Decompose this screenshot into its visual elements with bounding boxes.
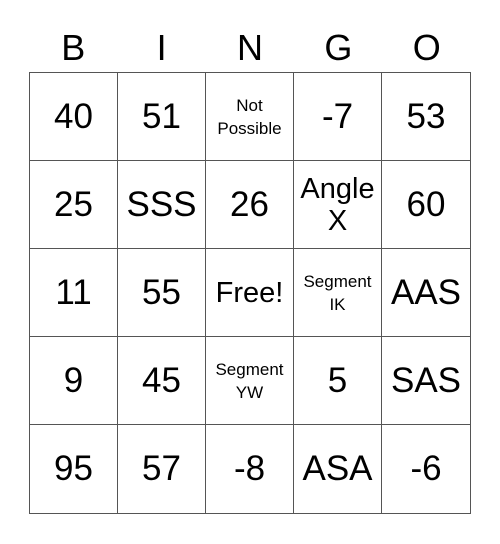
cell-text: SAS bbox=[390, 360, 462, 400]
cell-text: SSS bbox=[126, 184, 197, 224]
cell-text: Angle X bbox=[300, 172, 375, 237]
header-letter-o: O bbox=[412, 27, 441, 68]
cell-text: Segment YW bbox=[215, 359, 284, 402]
header-letter-g: G bbox=[324, 27, 353, 68]
bingo-header: BINGO bbox=[29, 24, 471, 72]
bingo-cell[interactable]: SSS bbox=[118, 161, 206, 249]
bingo-cell[interactable]: -6 bbox=[382, 425, 470, 513]
bingo-cell[interactable]: 51 bbox=[118, 73, 206, 161]
bingo-cell[interactable]: -8 bbox=[206, 425, 294, 513]
cell-text: Not Possible bbox=[217, 95, 282, 138]
cell-text: 26 bbox=[230, 184, 269, 224]
cell-text: 57 bbox=[142, 449, 181, 488]
bingo-cell[interactable]: 25 bbox=[30, 161, 118, 249]
cell-text: 25 bbox=[54, 184, 93, 224]
bingo-cell[interactable]: 11 bbox=[30, 249, 118, 337]
cell-text: -7 bbox=[321, 96, 354, 136]
bingo-cell[interactable]: 53 bbox=[382, 73, 470, 161]
free-space-cell[interactable]: Free! bbox=[206, 249, 294, 337]
cell-text: Free! bbox=[215, 276, 284, 309]
bingo-cell[interactable]: 5 bbox=[294, 337, 382, 425]
bingo-cell[interactable]: -7 bbox=[294, 73, 382, 161]
cell-text: 45 bbox=[142, 360, 181, 400]
header-letter-i: I bbox=[156, 27, 167, 68]
cell-text: 60 bbox=[406, 184, 446, 224]
bingo-cell[interactable]: 45 bbox=[118, 337, 206, 425]
bingo-cell[interactable]: Segment YW bbox=[206, 337, 294, 425]
bingo-cell[interactable]: AAS bbox=[382, 249, 470, 337]
bingo-cell[interactable]: 60 bbox=[382, 161, 470, 249]
bingo-cell[interactable]: 57 bbox=[118, 425, 206, 513]
cell-text: 5 bbox=[327, 360, 348, 400]
bingo-cell[interactable]: Not Possible bbox=[206, 73, 294, 161]
cell-text: Segment IK bbox=[303, 271, 372, 314]
cell-text: -6 bbox=[410, 449, 442, 488]
bingo-cell[interactable]: Segment IK bbox=[294, 249, 382, 337]
header-letter-b: B bbox=[61, 27, 86, 68]
cell-text: ASA bbox=[302, 449, 373, 488]
cell-text: 51 bbox=[142, 96, 181, 136]
bingo-cell[interactable]: 26 bbox=[206, 161, 294, 249]
bingo-cell[interactable]: SAS bbox=[382, 337, 470, 425]
bingo-cell[interactable]: 55 bbox=[118, 249, 206, 337]
bingo-cell[interactable]: ASA bbox=[294, 425, 382, 513]
bingo-cell[interactable]: 95 bbox=[30, 425, 118, 513]
bingo-cell[interactable]: Angle X bbox=[294, 161, 382, 249]
header-letter-n: N bbox=[236, 27, 263, 68]
cell-text: 53 bbox=[406, 96, 446, 136]
cell-text: 55 bbox=[142, 272, 181, 312]
bingo-cell[interactable]: 40 bbox=[30, 73, 118, 161]
cell-text: -8 bbox=[233, 449, 266, 488]
bingo-board: 40 51 Not Possible -7 53 25 SSS 26 Angle X 60 11 55… bbox=[29, 72, 471, 514]
cell-text: AAS bbox=[390, 272, 462, 312]
cell-text: 95 bbox=[54, 449, 93, 488]
cell-text: 11 bbox=[55, 272, 92, 312]
cell-text: 9 bbox=[63, 360, 84, 400]
bingo-cell[interactable]: 9 bbox=[30, 337, 118, 425]
cell-text: 40 bbox=[54, 96, 93, 136]
